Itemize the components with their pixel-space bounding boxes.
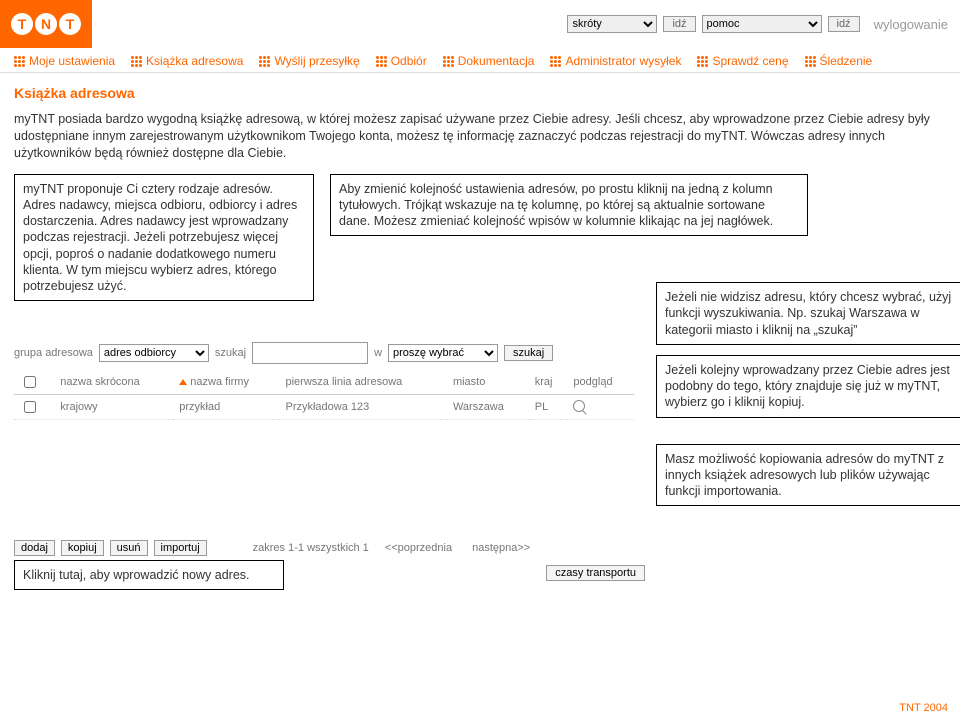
nav-sledzenie[interactable]: Śledzenie — [797, 54, 881, 68]
note-sort-columns: Aby zmienić kolejność ustawienia adresów… — [330, 174, 808, 237]
go-button-1[interactable]: idź — [663, 16, 695, 32]
page-title: Książka adresowa — [14, 85, 946, 101]
note-add-address: Kliknij tutaj, aby wprowadzić nowy adres… — [14, 560, 284, 590]
th-short[interactable]: nazwa skrócona — [54, 370, 173, 395]
nav-moje-ustawienia[interactable]: Moje ustawienia — [6, 54, 123, 68]
search-button[interactable]: szukaj — [504, 345, 553, 361]
search-input[interactable] — [252, 342, 368, 364]
cell-country: PL — [529, 395, 568, 420]
note-import: Masz możliwość kopiowania adresów do myT… — [656, 444, 960, 507]
cell-addr: Przykładowa 123 — [279, 395, 446, 420]
sort-arrow-icon — [179, 379, 187, 385]
select-all-checkbox[interactable] — [24, 376, 36, 388]
cell-city: Warszawa — [447, 395, 529, 420]
add-button[interactable]: dodaj — [14, 540, 55, 556]
nav-sprawdz-cene[interactable]: Sprawdź cenę — [689, 54, 796, 68]
nav-dokumentacja[interactable]: Dokumentacja — [435, 54, 543, 68]
magnifier-icon — [573, 400, 585, 412]
table-row[interactable]: krajowy przykład Przykładowa 123 Warszaw… — [14, 395, 634, 420]
note-copy: Jeżeli kolejny wprowadzany przez Ciebie … — [656, 355, 960, 418]
help-select[interactable]: pomoc — [702, 15, 822, 33]
th-country[interactable]: kraj — [529, 370, 568, 395]
pager-range: zakres 1-1 wszystkich 1 — [253, 542, 369, 554]
logo: T N T — [0, 0, 92, 48]
main-nav: Moje ustawienia Książka adresowa Wyślij … — [0, 50, 960, 73]
transport-times-button[interactable]: czasy transportu — [546, 565, 645, 581]
nav-ksiazka-adresowa[interactable]: Książka adresowa — [123, 54, 251, 68]
footer-copyright: TNT 2004 — [899, 702, 948, 714]
pager-next[interactable]: następna>> — [472, 542, 530, 554]
th-addr[interactable]: pierwsza linia adresowa — [279, 370, 446, 395]
pager-prev[interactable]: <<poprzednia — [385, 542, 452, 554]
th-firm[interactable]: nazwa firmy — [173, 370, 279, 395]
nav-administrator[interactable]: Administrator wysyłek — [542, 54, 689, 68]
copy-button[interactable]: kopiuj — [61, 540, 104, 556]
search-label: szukaj — [215, 347, 246, 359]
note-search: Jeżeli nie widzisz adresu, który chcesz … — [656, 282, 960, 345]
th-checkbox — [14, 370, 54, 395]
note-address-types: myTNT proponuje Ci cztery rodzaje adresó… — [14, 174, 314, 302]
import-button[interactable]: importuj — [154, 540, 207, 556]
cell-short: krajowy — [54, 395, 173, 420]
search-field-select[interactable]: proszę wybrać — [388, 344, 498, 362]
logout-link[interactable]: wylogowanie — [874, 17, 948, 32]
cell-firm: przykład — [173, 395, 279, 420]
go-button-2[interactable]: idź — [828, 16, 860, 32]
address-table: nazwa skrócona nazwa firmy pierwsza lini… — [14, 370, 634, 420]
shortcuts-select[interactable]: skróty — [567, 15, 657, 33]
delete-button[interactable]: usuń — [110, 540, 148, 556]
nav-odbior[interactable]: Odbiór — [368, 54, 435, 68]
cell-preview[interactable] — [567, 395, 634, 420]
group-label: grupa adresowa — [14, 347, 93, 359]
logo-letter: T — [59, 13, 81, 35]
th-preview[interactable]: podgląd — [567, 370, 634, 395]
group-select[interactable]: adres odbiorcy — [99, 344, 209, 362]
th-city[interactable]: miasto — [447, 370, 529, 395]
in-label: w — [374, 347, 382, 359]
nav-wyslij-przesylke[interactable]: Wyślij przesyłkę — [251, 54, 367, 68]
logo-letter: T — [11, 13, 33, 35]
row-checkbox[interactable] — [24, 401, 36, 413]
intro-text: myTNT posiada bardzo wygodną książkę adr… — [14, 111, 944, 162]
logo-letter: N — [35, 13, 57, 35]
